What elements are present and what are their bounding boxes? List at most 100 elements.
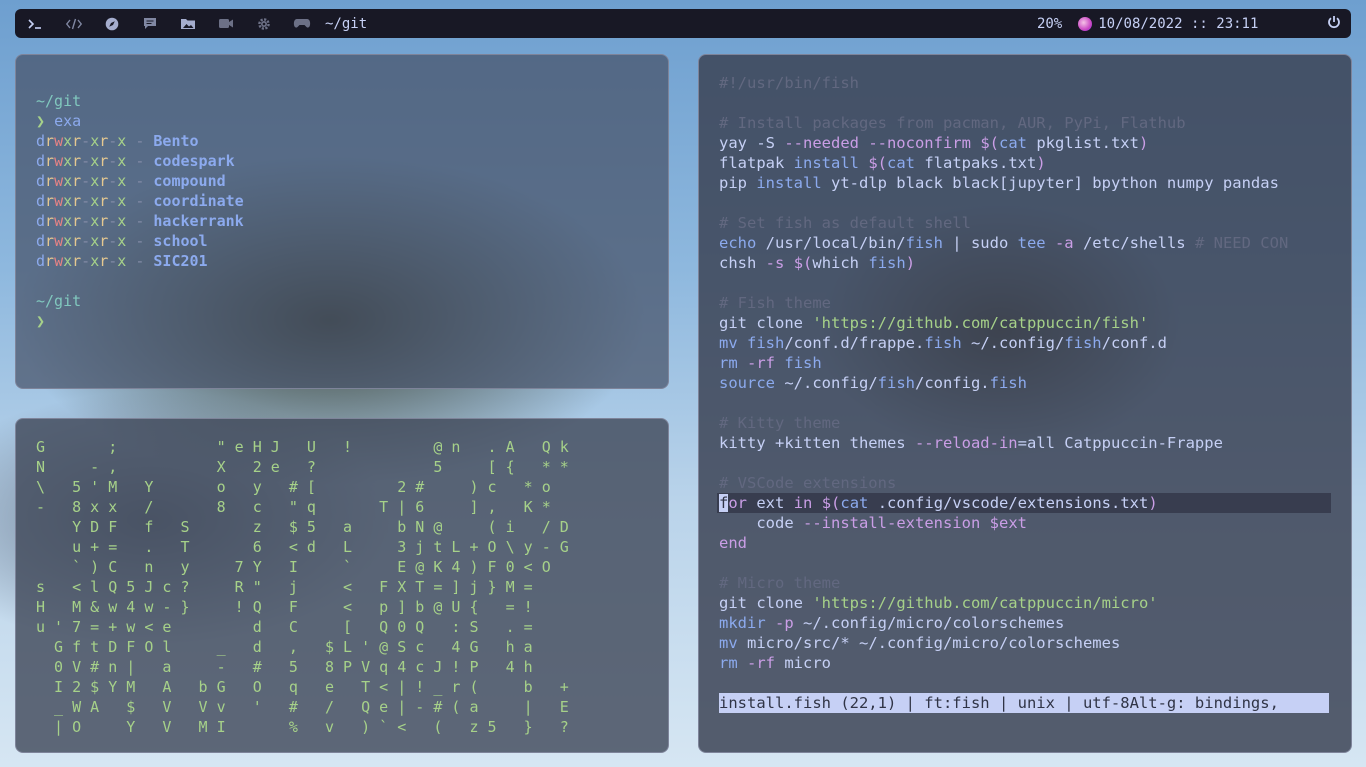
permission-char: d bbox=[36, 172, 46, 190]
permission-char: r bbox=[45, 152, 55, 170]
code-token: # Micro theme bbox=[719, 574, 841, 592]
matrix-row: H M & w 4 w - } ! Q F < p ] b @ U { = ! bbox=[36, 598, 533, 616]
code-token: ) bbox=[905, 254, 916, 272]
permission-char: x bbox=[63, 132, 73, 150]
code-line: flatpak install $(cat flatpaks.txt) bbox=[719, 153, 1331, 173]
code-token: ~/.config/ bbox=[961, 334, 1065, 352]
video-icon[interactable] bbox=[207, 9, 245, 38]
code-token: micro/src/* ~/.config/micro/colorschemes bbox=[737, 634, 1121, 652]
permission-char: r bbox=[45, 132, 55, 150]
permission-char: x bbox=[117, 252, 127, 270]
code-line: source ~/.config/fish/config.fish bbox=[719, 373, 1331, 393]
permission-char: r bbox=[45, 212, 55, 230]
compass-icon[interactable] bbox=[93, 9, 131, 38]
permission-char: - bbox=[108, 132, 118, 150]
input-line: ❯ bbox=[36, 311, 244, 331]
code-token: #!/usr/bin/fish bbox=[719, 74, 859, 92]
top-bar: ~/git 20% 10/08/2022 :: 23:11 bbox=[15, 9, 1351, 38]
permission-char: r bbox=[45, 172, 55, 190]
code-token: cat bbox=[887, 154, 915, 172]
directory-name: Bento bbox=[153, 132, 199, 150]
code-line: # Fish theme bbox=[719, 293, 1331, 313]
matrix-row: Y D F f S z $ 5 a b N @ ( i / D bbox=[36, 518, 569, 536]
code-token: --reload-in bbox=[914, 434, 1018, 452]
folder-images-icon[interactable] bbox=[169, 9, 207, 38]
code-token: kitty +kitten themes bbox=[719, 434, 915, 452]
matrix-row: _ W A $ V V v ' # / Q e | - # ( a | E bbox=[36, 698, 569, 716]
code-token: /config. bbox=[914, 374, 990, 392]
code-line: echo /usr/local/bin/fish | sudo tee -a /… bbox=[719, 233, 1331, 253]
matrix-row: 0 V # n | a - # 5 8 P V q 4 c J ! P 4 h bbox=[36, 658, 533, 676]
code-token: ext bbox=[747, 494, 794, 512]
code-line: code --install-extension $ext bbox=[719, 513, 1331, 533]
matrix-window[interactable]: G ; " e H J U ! @ n . A Q k N - , X 2 e ?… bbox=[15, 418, 669, 753]
gear-icon[interactable] bbox=[245, 9, 283, 38]
code-token: flatpaks.txt bbox=[915, 154, 1037, 172]
prompt-directory: ~/git bbox=[36, 292, 82, 310]
permission-char: r bbox=[72, 152, 82, 170]
permission-char: x bbox=[63, 252, 73, 270]
code-token: source bbox=[719, 374, 775, 392]
chat-icon[interactable] bbox=[131, 9, 169, 38]
permission-char: - bbox=[81, 152, 91, 170]
code-token: end bbox=[719, 534, 747, 552]
code-icon[interactable] bbox=[55, 9, 93, 38]
terminal-icon[interactable] bbox=[15, 9, 55, 38]
code-line: rm -rf fish bbox=[719, 353, 1331, 373]
permission-char: x bbox=[63, 192, 73, 210]
list-item: drwxr-xr-x - school bbox=[36, 231, 244, 251]
command-line: ❯ exa bbox=[36, 111, 244, 131]
code-buffer[interactable]: #!/usr/bin/fish # Install packages from … bbox=[717, 73, 1331, 673]
code-line: yay -S --needed --noconfirm $(cat pkglis… bbox=[719, 133, 1331, 153]
code-token: fish bbox=[905, 234, 943, 252]
matrix-row: s < l Q 5 J c ? R " j < F X T = ] j } M … bbox=[36, 578, 533, 596]
power-icon[interactable] bbox=[1276, 0, 1341, 49]
permission-char: r bbox=[45, 252, 55, 270]
app-logo-icon[interactable] bbox=[1078, 16, 1093, 31]
code-line: end bbox=[719, 533, 1331, 553]
prompt-line: ~/git bbox=[36, 91, 244, 111]
directory-name: codespark bbox=[153, 152, 235, 170]
code-token: fish bbox=[784, 354, 822, 372]
list-item: drwxr-xr-x - coordinate bbox=[36, 191, 244, 211]
matrix-row: u + = . T 6 < d L 3 j t L + O \ y - G bbox=[36, 538, 569, 556]
gamepad-icon[interactable] bbox=[283, 9, 321, 38]
code-line: # VSCode extensions bbox=[719, 473, 1331, 493]
command-text: exa bbox=[54, 112, 82, 130]
permission-char: - bbox=[81, 132, 91, 150]
terminal-window[interactable]: ~/git ❯ exa drwxr-xr-x - Bento drwxr-xr-x -… bbox=[15, 54, 669, 389]
code-token: mkdir bbox=[719, 614, 766, 632]
permission-char: - bbox=[81, 172, 91, 190]
code-token: install bbox=[793, 154, 859, 172]
editor-window[interactable]: #!/usr/bin/fish # Install packages from … bbox=[698, 54, 1352, 753]
permission-char: w bbox=[54, 252, 64, 270]
permission-char: r bbox=[45, 232, 55, 250]
prompt-directory: ~/git bbox=[36, 92, 82, 110]
permission-char: r bbox=[99, 252, 109, 270]
permission-char: w bbox=[54, 232, 64, 250]
code-token: /conf.d bbox=[1101, 334, 1167, 352]
directory-name: school bbox=[153, 232, 208, 250]
matrix-row: - 8 x x / 8 c " q T | 6 ] , K * bbox=[36, 498, 551, 516]
permission-char: x bbox=[117, 192, 127, 210]
permission-char: r bbox=[99, 212, 109, 230]
matrix-row: u ' 7 = + w < e d C [ Q 0 Q : S . = bbox=[36, 618, 533, 636]
date-text: 10/08/2022 bbox=[1098, 15, 1183, 32]
permission-char: x bbox=[90, 152, 100, 170]
code-token: rm bbox=[719, 654, 738, 672]
code-line: # Install packages from pacman, AUR, PyP… bbox=[719, 113, 1331, 133]
code-token: cat bbox=[998, 134, 1027, 152]
permission-char: - bbox=[108, 212, 118, 230]
